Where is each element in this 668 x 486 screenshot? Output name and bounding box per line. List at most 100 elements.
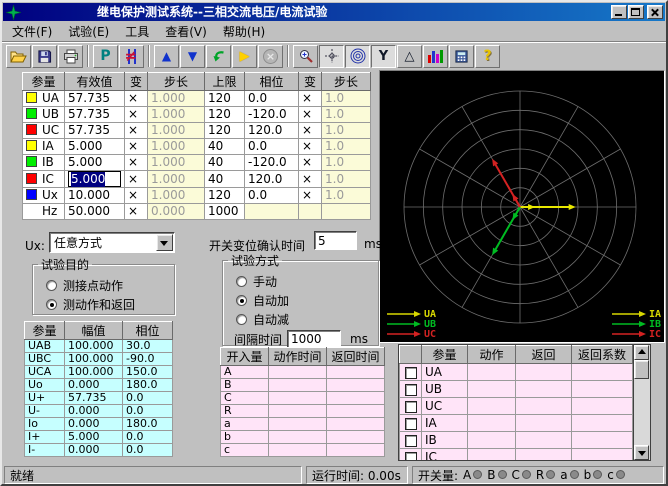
axes-toggle-button[interactable]	[319, 45, 344, 68]
step-cell[interactable]: 1.0	[322, 91, 371, 107]
radio-option[interactable]: 手动	[236, 274, 378, 288]
close-button[interactable]	[647, 5, 663, 19]
limit-cell[interactable]: 120	[205, 91, 245, 107]
step-cell[interactable]: 1.0	[322, 123, 371, 139]
limit-cell[interactable]: 40	[205, 155, 245, 171]
edit-field[interactable]: 5.000	[68, 171, 121, 187]
limit-cell[interactable]: 40	[205, 139, 245, 155]
vary-cell[interactable]: ×	[299, 139, 322, 155]
rms-cell[interactable]: 5.000	[65, 155, 125, 171]
rms-cell[interactable]: 57.735	[65, 123, 125, 139]
limit-cell[interactable]: 120	[205, 107, 245, 123]
rms-cell[interactable]: 57.735	[65, 91, 125, 107]
radio-option[interactable]: 自动减	[236, 312, 378, 326]
menu-tools[interactable]: 工具	[117, 21, 157, 42]
vary-cell[interactable]: ×	[299, 155, 322, 171]
vary-cell[interactable]: ×	[125, 139, 148, 155]
circles-toggle-button[interactable]	[345, 45, 370, 68]
row-checkbox[interactable]	[405, 401, 417, 413]
row-checkbox[interactable]	[405, 367, 417, 379]
limit-cell[interactable]: 120	[205, 188, 245, 204]
vary-cell[interactable]: ×	[125, 155, 148, 171]
row-checkbox[interactable]	[405, 452, 417, 462]
decrease-button[interactable]: ▼	[180, 45, 205, 68]
radio-button[interactable]	[236, 295, 247, 306]
reset-button[interactable]	[206, 45, 231, 68]
phase-cell[interactable]: 120.0	[245, 123, 299, 139]
ux-mode-select[interactable]: 任意方式	[49, 232, 175, 253]
radio-option[interactable]: 自动加	[236, 293, 378, 307]
vertical-scrollbar[interactable]	[634, 344, 651, 461]
radio-button[interactable]	[236, 276, 247, 287]
phase-cell[interactable]: -120.0	[245, 107, 299, 123]
start-button[interactable]: ▶	[232, 45, 257, 68]
scroll-down-button[interactable]	[634, 445, 649, 460]
interval-input[interactable]: 1000	[287, 330, 341, 348]
scrollbar-thumb[interactable]	[634, 360, 649, 379]
vary-cell[interactable]: ×	[299, 188, 322, 204]
rms-cell[interactable]: 10.000	[65, 188, 125, 204]
radio-button[interactable]	[46, 280, 57, 291]
menu-help[interactable]: 帮助(H)	[215, 21, 273, 42]
vary-cell[interactable]: ×	[125, 107, 148, 123]
calculator-button[interactable]	[449, 45, 474, 68]
scroll-up-button[interactable]	[634, 345, 649, 360]
vary-cell[interactable]: ×	[299, 107, 322, 123]
rms-cell[interactable]: 5.000	[65, 139, 125, 155]
menu-file[interactable]: 文件(F)	[4, 21, 60, 42]
step-cell[interactable]: 1.0	[322, 139, 371, 155]
open-button[interactable]	[6, 45, 31, 68]
delta-view-button[interactable]: △	[397, 45, 422, 68]
step-cell[interactable]: 1.000	[148, 188, 205, 204]
radio-option[interactable]: 测接点动作	[46, 278, 174, 292]
step-cell[interactable]: 1.000	[148, 123, 205, 139]
confirm-time-input[interactable]: 5	[314, 231, 357, 250]
limit-cell[interactable]: 120	[205, 123, 245, 139]
rms-cell[interactable]: 5.000	[65, 171, 125, 188]
row-checkbox[interactable]	[405, 435, 417, 447]
vary-cell[interactable]: ×	[125, 123, 148, 139]
phase-cell[interactable]: 0.0	[245, 91, 299, 107]
step-cell[interactable]: 1.000	[148, 155, 205, 171]
vary-cell[interactable]: ×	[299, 91, 322, 107]
step-cell[interactable]: 1.000	[148, 91, 205, 107]
dropdown-arrow-button[interactable]	[156, 234, 173, 251]
vary-cell[interactable]: ×	[299, 171, 322, 188]
step-cell[interactable]: 1.0	[322, 155, 371, 171]
row-checkbox[interactable]	[405, 418, 417, 430]
print-button[interactable]	[58, 45, 83, 68]
vary-cell[interactable]	[299, 204, 322, 220]
phase-sequence-button[interactable]: ≠	[119, 45, 144, 68]
phase-cell[interactable]: -120.0	[245, 155, 299, 171]
limit-cell[interactable]: 1000	[205, 204, 245, 220]
help-button[interactable]: ?	[475, 45, 500, 68]
minimize-button[interactable]	[611, 5, 627, 19]
vary-cell[interactable]: ×	[299, 123, 322, 139]
star-view-button[interactable]: Y	[371, 45, 396, 68]
menu-view[interactable]: 查看(V)	[157, 21, 215, 42]
step-cell[interactable]: 1.0	[322, 188, 371, 204]
row-checkbox[interactable]	[405, 384, 417, 396]
parameter-button[interactable]: P	[93, 45, 118, 68]
phase-cell[interactable]: 0.0	[245, 139, 299, 155]
vary-cell[interactable]: ×	[125, 171, 148, 188]
step-cell[interactable]: 1.000	[148, 171, 205, 188]
radio-button[interactable]	[236, 314, 247, 325]
radio-option[interactable]: 测动作和返回	[46, 297, 174, 311]
rms-cell[interactable]: 57.735	[65, 107, 125, 123]
step-cell[interactable]: 0.000	[148, 204, 205, 220]
save-button[interactable]	[32, 45, 57, 68]
limit-cell[interactable]: 40	[205, 171, 245, 188]
menu-test[interactable]: 试验(E)	[60, 21, 117, 42]
bar-chart-button[interactable]	[423, 45, 448, 68]
phase-cell[interactable]: 0.0	[245, 188, 299, 204]
vary-cell[interactable]: ×	[125, 91, 148, 107]
vary-cell[interactable]: ×	[125, 188, 148, 204]
step-cell[interactable]: 1.000	[148, 107, 205, 123]
vary-cell[interactable]: ×	[125, 204, 148, 220]
phase-cell[interactable]: 120.0	[245, 171, 299, 188]
stop-button[interactable]: ×	[258, 45, 283, 68]
step-cell[interactable]	[322, 204, 371, 220]
rms-cell[interactable]: 50.000	[65, 204, 125, 220]
radio-button[interactable]	[46, 299, 57, 310]
